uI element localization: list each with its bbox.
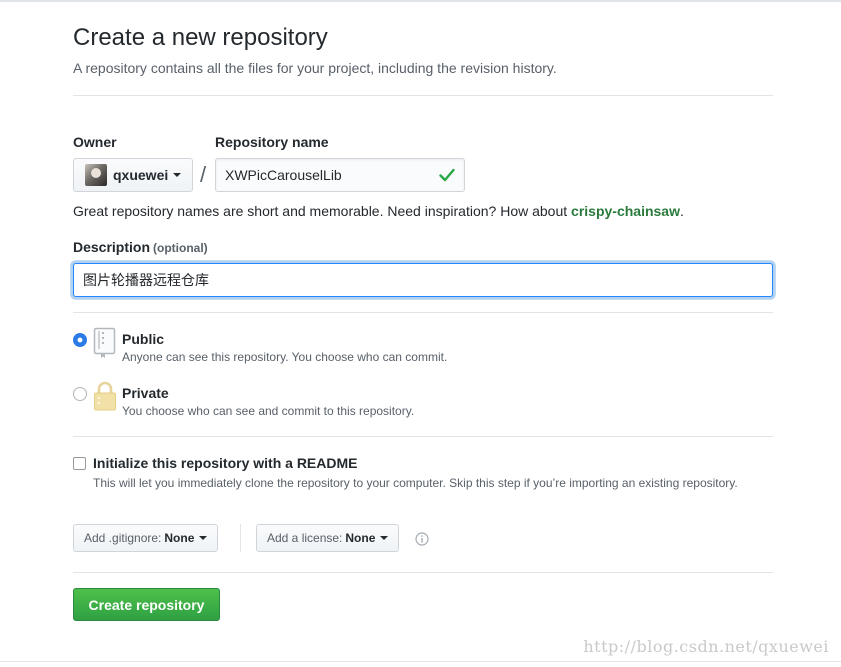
private-option-title: Private bbox=[122, 385, 169, 401]
caret-down-icon bbox=[173, 173, 182, 177]
create-repository-button[interactable]: Create repository bbox=[73, 588, 220, 621]
check-icon bbox=[439, 168, 455, 182]
repo-name-label: Repository name bbox=[215, 134, 329, 150]
page-subtitle: A repository contains all the files for … bbox=[73, 60, 557, 76]
license-select-button[interactable]: Add a license: None bbox=[256, 524, 400, 552]
gitignore-select-button[interactable]: Add .gitignore: None bbox=[73, 524, 219, 552]
repo-name-hint: Great repository names are short and mem… bbox=[73, 203, 684, 219]
avatar bbox=[85, 164, 107, 186]
description-value: 图片轮播器远程仓库 bbox=[83, 272, 209, 288]
readme-title: Initialize this repository with a README bbox=[93, 455, 358, 471]
owner-name: qxuewei bbox=[113, 167, 169, 183]
visibility-divider bbox=[73, 436, 773, 437]
hint-text: Great repository names are short and mem… bbox=[73, 203, 572, 219]
public-option-title: Public bbox=[122, 331, 165, 347]
owner-label: Owner bbox=[73, 134, 117, 150]
description-input[interactable]: 图片轮播器远程仓库 bbox=[73, 263, 773, 297]
private-radio[interactable] bbox=[73, 387, 87, 401]
owner-repo-separator: / bbox=[200, 162, 207, 187]
page-title: Create a new repository bbox=[73, 24, 328, 51]
readme-checkbox[interactable] bbox=[73, 457, 86, 470]
description-divider bbox=[73, 312, 773, 313]
gitignore-label: Add .gitignore: bbox=[84, 531, 162, 545]
private-option-desc: You choose who can see and commit to thi… bbox=[122, 404, 415, 418]
owner-select-button[interactable]: qxuewei bbox=[73, 158, 193, 192]
caret-down-icon bbox=[380, 536, 389, 540]
select-separator bbox=[240, 524, 241, 552]
repo-book-icon bbox=[93, 327, 116, 358]
public-radio[interactable] bbox=[73, 333, 87, 347]
watermark: http://blog.csdn.net/qxuewei bbox=[583, 637, 829, 656]
header-divider bbox=[73, 95, 773, 96]
info-icon[interactable] bbox=[415, 532, 429, 546]
description-label: Description (optional) bbox=[73, 239, 208, 255]
footer-divider bbox=[73, 572, 773, 573]
readme-desc: This will let you immediately clone the … bbox=[93, 476, 738, 490]
repo-name-input[interactable]: XWPicCarouselLib bbox=[215, 158, 465, 192]
caret-down-icon bbox=[199, 536, 208, 540]
public-option-desc: Anyone can see this repository. You choo… bbox=[122, 350, 448, 364]
lock-icon bbox=[94, 381, 116, 411]
top-divider bbox=[0, 0, 841, 2]
optional-tag: (optional) bbox=[153, 241, 208, 255]
gitignore-value: None bbox=[164, 531, 195, 545]
license-value: None bbox=[345, 531, 376, 545]
bottom-divider bbox=[0, 661, 841, 662]
hint-end: . bbox=[679, 203, 684, 219]
license-label: Add a license: bbox=[267, 531, 343, 545]
repo-name-value: XWPicCarouselLib bbox=[225, 167, 342, 183]
name-suggestion-link[interactable]: crispy-chainsaw bbox=[571, 203, 680, 219]
description-label-text: Description bbox=[73, 239, 151, 255]
